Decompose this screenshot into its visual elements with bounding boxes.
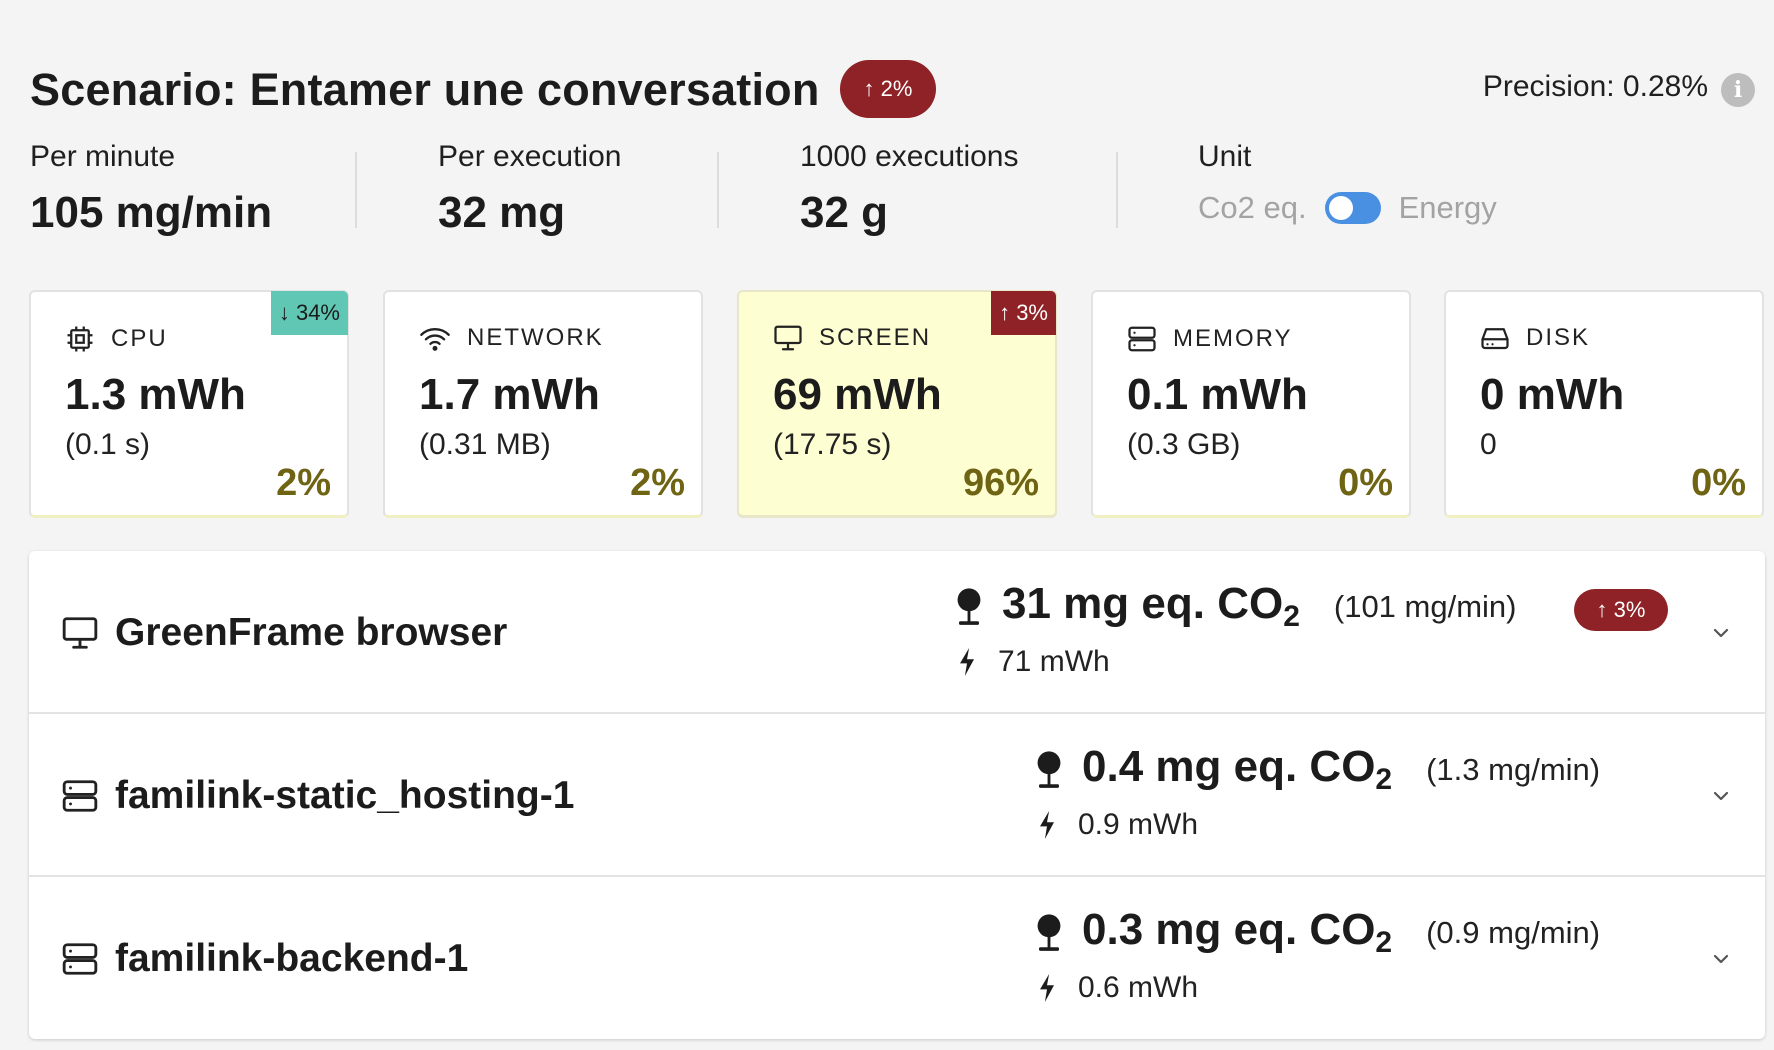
- stat-1000-executions: 1000 executions 32 g: [800, 140, 1019, 238]
- card-percent: 2%: [630, 462, 685, 504]
- tree-icon: [1037, 750, 1061, 788]
- co2-block: 0.4 mg eq. CO2 (1.3 mg/min) 0.9 mWh: [1034, 742, 1601, 841]
- stat-label: Per minute: [30, 140, 176, 173]
- energy-value: 0.6 mWh: [1078, 971, 1199, 1004]
- card-header: CPU: [65, 324, 168, 354]
- card-percent: 0%: [1691, 462, 1746, 504]
- monitor-icon: [62, 617, 98, 649]
- stat-value: 105 mg/min: [30, 188, 273, 237]
- co2-value: 0.4 mg eq. CO2: [1082, 742, 1393, 796]
- card-value: 69 mWh: [773, 370, 942, 419]
- container-row-static-hosting[interactable]: familink-static_hosting-1 0.4 mg eq. CO2…: [29, 714, 1765, 877]
- monitor-icon: [774, 325, 802, 351]
- stat-per-execution: Per execution 32 mg: [438, 140, 621, 238]
- card-screen[interactable]: ↑ 3% SCREEN 69 mWh (17.75 s) 96%: [737, 290, 1057, 518]
- card-percent: 96%: [962, 462, 1039, 504]
- card-detail: (17.75 s): [773, 428, 892, 461]
- stat-value: 32 g: [800, 188, 889, 237]
- memory-icon: [1128, 326, 1156, 352]
- chevron-down-icon[interactable]: [1709, 784, 1733, 808]
- divider: [1116, 152, 1118, 228]
- trend-badge: ↑ 3%: [991, 291, 1056, 335]
- divider: [717, 152, 719, 228]
- container-row-backend[interactable]: familink-backend-1 0.3 mg eq. CO2 (0.9 m…: [29, 877, 1765, 1040]
- wifi-icon: [420, 328, 450, 351]
- stat-label: Per execution: [438, 140, 622, 173]
- chevron-down-icon[interactable]: [1709, 947, 1733, 971]
- container-label: familink-static_hosting-1: [115, 774, 575, 817]
- co2-rate: (0.9 mg/min): [1426, 914, 1601, 950]
- card-label: CPU: [111, 325, 168, 352]
- server-icon: [62, 943, 98, 975]
- disk-icon: [1481, 328, 1509, 350]
- unit-option-co2[interactable]: Co2 eq.: [1198, 190, 1307, 226]
- card-label: MEMORY: [1173, 325, 1293, 352]
- energy-value: 0.9 mWh: [1078, 808, 1199, 841]
- trend-badge: ↓ 34%: [270, 291, 348, 335]
- divider: [355, 152, 357, 228]
- co2-block: 31 mg eq. CO2 (101 mg/min) 71 mWh: [954, 579, 1517, 678]
- tree-icon: [957, 587, 981, 625]
- lightning-icon: [960, 648, 974, 676]
- stat-per-minute: Per minute 105 mg/min: [30, 140, 272, 238]
- card-cpu[interactable]: ↓ 34% CPU 1.3 mWh (0.1 s) 2%: [29, 290, 349, 518]
- switch-knob: [1328, 196, 1353, 220]
- chevron-down-icon[interactable]: [1709, 621, 1733, 645]
- precision-label: Precision: 0.28%: [1482, 70, 1708, 103]
- container-name: GreenFrame browser: [61, 611, 507, 655]
- unit-label: Unit: [1198, 140, 1252, 173]
- card-value: 1.7 mWh: [419, 370, 600, 419]
- trend-badge: ↑ 3%: [1574, 589, 1668, 631]
- co2-rate: (1.3 mg/min): [1426, 751, 1601, 787]
- trend-badge: ↑ 2%: [840, 60, 936, 118]
- stat-value: 32 mg: [438, 188, 566, 237]
- card-detail: 0: [1480, 428, 1497, 461]
- lightning-icon: [1040, 811, 1054, 839]
- energy-line: 0.9 mWh: [1034, 808, 1198, 842]
- card-label: DISK: [1526, 324, 1591, 351]
- cpu-icon: [67, 326, 93, 352]
- unit-selector: Unit: [1198, 140, 1251, 174]
- container-label: familink-backend-1: [115, 937, 469, 980]
- unit-toggle-switch[interactable]: [1324, 192, 1381, 224]
- card-detail: (0.3 GB): [1127, 428, 1241, 461]
- unit-option-energy[interactable]: Energy: [1399, 190, 1497, 226]
- co2-value: 0.3 mg eq. CO2: [1082, 905, 1393, 959]
- card-header: NETWORK: [419, 324, 604, 352]
- container-label: GreenFrame browser: [115, 611, 508, 654]
- card-value: 0 mWh: [1480, 370, 1625, 419]
- energy-line: 0.6 mWh: [1034, 971, 1198, 1005]
- info-icon[interactable]: i: [1721, 73, 1755, 107]
- card-disk[interactable]: DISK 0 mWh 0 0%: [1444, 290, 1764, 518]
- card-header: MEMORY: [1127, 324, 1293, 354]
- energy-line: 71 mWh: [954, 645, 1110, 679]
- container-list: GreenFrame browser 31 mg eq. CO2 (101 mg…: [29, 551, 1765, 1039]
- card-value: 1.3 mWh: [65, 370, 246, 419]
- card-percent: 2%: [276, 462, 331, 504]
- card-label: SCREEN: [819, 324, 932, 351]
- card-detail: (0.1 s): [65, 428, 151, 461]
- scenario-header: Scenario: Entamer une conversation ↑ 2% …: [30, 28, 1770, 120]
- card-value: 0.1 mWh: [1127, 370, 1308, 419]
- co2-rate: (101 mg/min): [1333, 588, 1517, 624]
- container-row-greenframe-browser[interactable]: GreenFrame browser 31 mg eq. CO2 (101 mg…: [29, 551, 1765, 714]
- card-header: DISK: [1480, 324, 1590, 352]
- co2-value: 31 mg eq. CO2: [1002, 579, 1300, 633]
- card-detail: (0.31 MB): [419, 428, 551, 461]
- card-memory[interactable]: MEMORY 0.1 mWh (0.3 GB) 0%: [1091, 290, 1411, 518]
- energy-value: 71 mWh: [998, 645, 1110, 678]
- server-icon: [62, 780, 98, 812]
- stat-label: 1000 executions: [800, 140, 1019, 173]
- unit-toggle-row: Co2 eq. Energy: [1198, 190, 1497, 226]
- card-percent: 0%: [1338, 462, 1393, 504]
- co2-block: 0.3 mg eq. CO2 (0.9 mg/min) 0.6 mWh: [1034, 905, 1601, 1004]
- card-network[interactable]: NETWORK 1.7 mWh (0.31 MB) 2%: [383, 290, 703, 518]
- tree-icon: [1037, 913, 1061, 951]
- container-name: familink-backend-1: [61, 937, 468, 981]
- page-title: Scenario: Entamer une conversation: [30, 64, 820, 115]
- card-label: NETWORK: [467, 324, 604, 351]
- container-name: familink-static_hosting-1: [61, 774, 574, 818]
- card-header: SCREEN: [773, 324, 931, 352]
- lightning-icon: [1040, 974, 1054, 1002]
